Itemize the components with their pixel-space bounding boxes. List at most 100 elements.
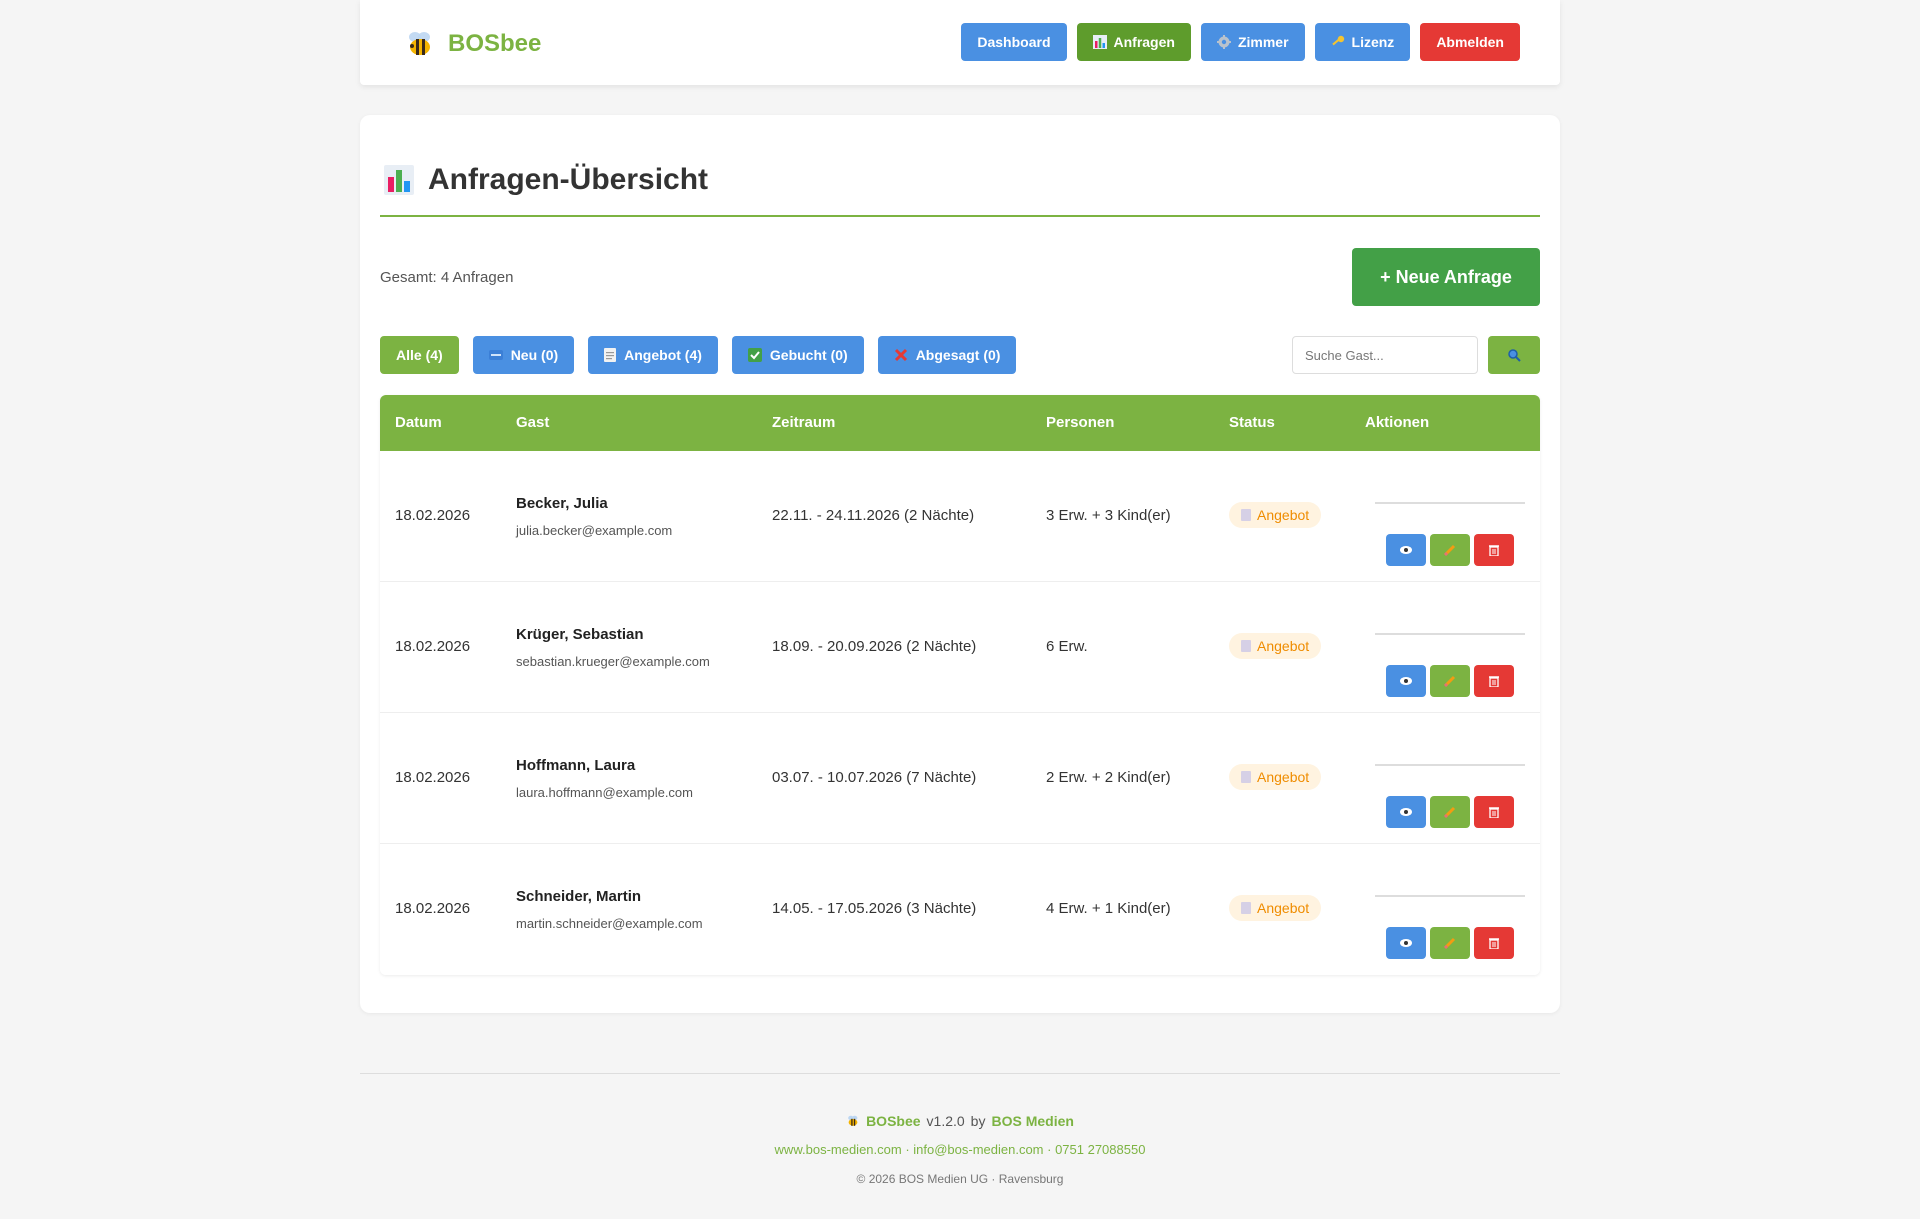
row-period: 18.09. - 20.09.2026 (2 Nächte) [772, 638, 977, 655]
actions-divider [1375, 895, 1525, 897]
footer-company-link[interactable]: BOS Medien [991, 1113, 1073, 1129]
row-persons: 4 Erw. + 1 Kind(er) [1046, 900, 1171, 917]
filter-new-label: Neu (0) [510, 347, 559, 363]
eye-icon [1400, 808, 1412, 816]
main-nav: Dashboard Anfragen Zimmer Lizenz Abmelde… [961, 23, 1520, 61]
status-badge: Angebot [1229, 895, 1322, 921]
view-button[interactable] [1386, 796, 1426, 828]
filter-all-label: Alle (4) [396, 347, 443, 363]
footer-copyright: © 2026 BOS Medien UG · Ravensburg [856, 1172, 1064, 1186]
footer-by: by [970, 1113, 986, 1129]
delete-button[interactable] [1474, 927, 1514, 959]
new-icon [488, 350, 503, 360]
bar-chart-icon [384, 165, 414, 195]
guest-name: Becker, Julia [516, 495, 608, 512]
table-header: Datum Gast Zeitraum Personen Status Akti… [380, 395, 1540, 451]
gear-icon [1216, 35, 1231, 49]
guest-email: julia.becker@example.com [516, 523, 673, 538]
status-badge: Angebot [1229, 502, 1322, 528]
header-status: Status [1229, 414, 1275, 431]
trash-icon [1489, 676, 1499, 687]
row-date: 18.02.2026 [395, 900, 471, 917]
footer-contact[interactable]: www.bos-medien.com · info@bos-medien.com… [360, 1142, 1560, 1157]
nav-anfragen-label: Anfragen [1113, 34, 1175, 50]
bee-icon [409, 32, 430, 55]
edit-button[interactable] [1430, 796, 1470, 828]
edit-button[interactable] [1430, 665, 1470, 697]
pencil-icon [1444, 544, 1456, 556]
table-row: 18.02.2026 Krüger, Sebastian sebastian.k… [380, 582, 1540, 713]
delete-button[interactable] [1474, 665, 1514, 697]
guest-search-input[interactable] [1292, 336, 1478, 374]
document-icon [1241, 640, 1251, 652]
nav-anfragen-button[interactable]: Anfragen [1076, 23, 1191, 61]
row-actions [1386, 665, 1514, 697]
status-label: Angebot [1257, 638, 1310, 654]
trash-icon [1489, 545, 1499, 556]
nav-logout-label: Abmelden [1436, 34, 1504, 50]
guest-name: Schneider, Martin [516, 888, 642, 905]
row-actions [1386, 927, 1514, 959]
filter-declined[interactable]: Abgesagt (0) [877, 336, 1017, 374]
nav-zimmer-button[interactable]: Zimmer [1200, 23, 1305, 61]
row-period: 14.05. - 17.05.2026 (3 Nächte) [772, 900, 977, 917]
row-persons: 2 Erw. + 2 Kind(er) [1046, 769, 1171, 786]
filter-all[interactable]: Alle (4) [380, 336, 459, 374]
nav-lizenz-button[interactable]: Lizenz [1314, 23, 1411, 61]
row-persons: 3 Erw. + 3 Kind(er) [1046, 507, 1171, 524]
title-divider [380, 215, 1540, 217]
status-label: Angebot [1257, 507, 1310, 523]
nav-dashboard-label: Dashboard [977, 34, 1051, 50]
bee-icon [848, 1115, 858, 1126]
search-button[interactable] [1488, 336, 1540, 374]
guest-email: laura.hoffmann@example.com [516, 785, 693, 800]
nav-zimmer-label: Zimmer [1237, 34, 1289, 50]
nav-dashboard-button[interactable]: Dashboard [961, 23, 1067, 61]
footer-divider [360, 1073, 1560, 1074]
status-badge: Angebot [1229, 764, 1322, 790]
key-icon [1331, 35, 1344, 46]
logo[interactable]: BOSbee [404, 28, 541, 60]
footer-version: v1.2.0 [926, 1113, 965, 1129]
delete-button[interactable] [1474, 796, 1514, 828]
requests-table: Datum Gast Zeitraum Personen Status Akti… [380, 395, 1540, 975]
row-date: 18.02.2026 [395, 769, 471, 786]
footer-brand[interactable]: BOSbee [866, 1113, 920, 1129]
new-request-button[interactable]: + Neue Anfrage [1352, 248, 1540, 306]
view-button[interactable] [1386, 927, 1426, 959]
row-actions [1386, 534, 1514, 566]
status-label: Angebot [1257, 769, 1310, 785]
document-icon [1241, 902, 1251, 914]
view-button[interactable] [1386, 665, 1426, 697]
edit-button[interactable] [1430, 534, 1470, 566]
guest-name: Hoffmann, Laura [516, 757, 636, 774]
table-row: 18.02.2026 Becker, Julia julia.becker@ex… [380, 451, 1540, 582]
actions-divider [1375, 633, 1525, 635]
pencil-icon [1444, 675, 1456, 687]
row-actions [1386, 796, 1514, 828]
total-count: Gesamt: 4 Anfragen [380, 269, 514, 286]
row-period: 03.07. - 10.07.2026 (7 Nächte) [772, 769, 977, 786]
guest-email: martin.schneider@example.com [516, 916, 703, 931]
delete-button[interactable] [1474, 534, 1514, 566]
filter-offer-label: Angebot (4) [624, 347, 702, 363]
status-badge: Angebot [1229, 633, 1322, 659]
edit-button[interactable] [1430, 927, 1470, 959]
pencil-icon [1444, 937, 1456, 949]
document-icon [1241, 771, 1251, 783]
filter-new[interactable]: Neu (0) [472, 336, 575, 374]
top-navigation-bar: BOSbee Dashboard Anfragen Zimmer Lizenz … [360, 0, 1560, 85]
document-icon [1241, 509, 1251, 521]
row-date: 18.02.2026 [395, 507, 471, 524]
actions-divider [1375, 502, 1525, 504]
filter-offer[interactable]: Angebot (4) [588, 336, 718, 374]
nav-lizenz-label: Lizenz [1351, 34, 1395, 50]
nav-logout-button[interactable]: Abmelden [1420, 23, 1520, 61]
pencil-icon [1444, 806, 1456, 818]
status-filters: Alle (4) Neu (0) Angebot (4) Gebucht (0)… [380, 336, 1017, 374]
header-actions: Aktionen [1365, 414, 1430, 431]
row-persons: 6 Erw. [1046, 638, 1088, 655]
view-button[interactable] [1386, 534, 1426, 566]
eye-icon [1400, 546, 1412, 554]
filter-booked[interactable]: Gebucht (0) [731, 336, 864, 374]
